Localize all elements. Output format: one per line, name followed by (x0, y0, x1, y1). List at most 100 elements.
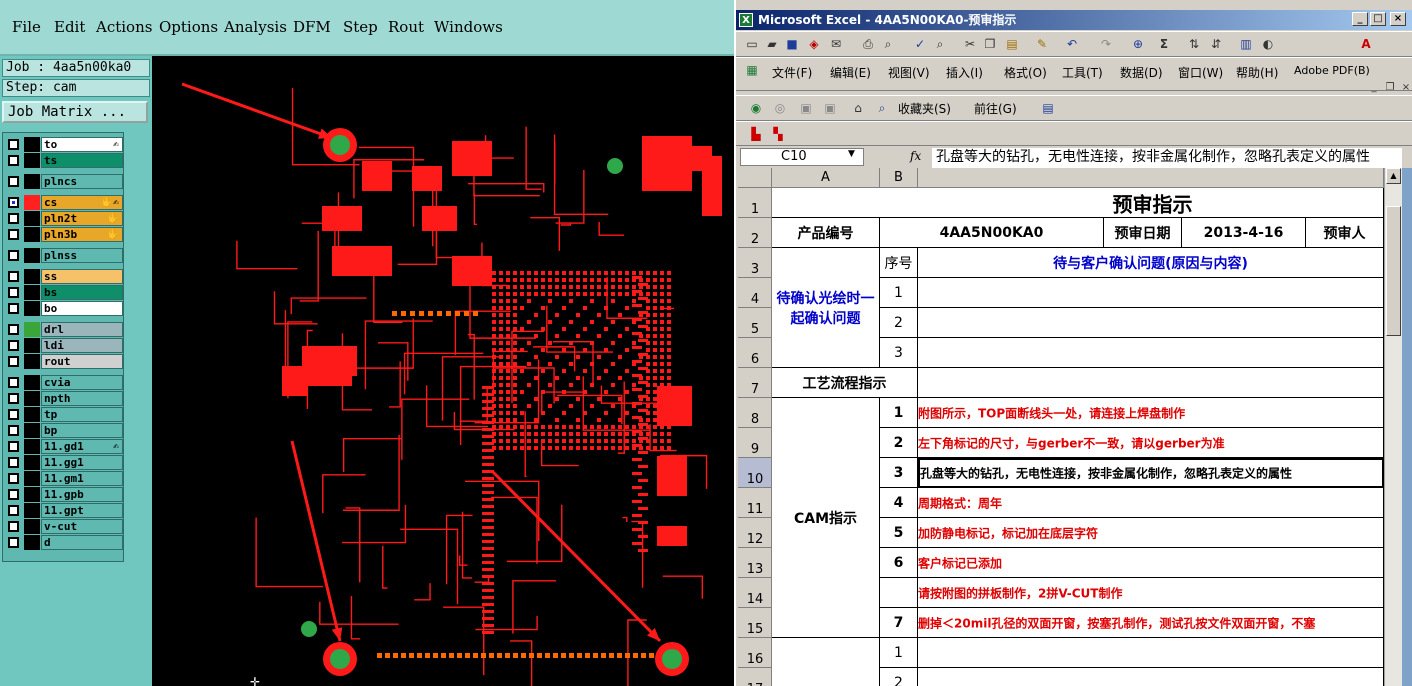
layer-name[interactable]: plncs (41, 174, 123, 189)
layer-checkbox[interactable] (8, 457, 19, 468)
layer-row[interactable]: v-cut (5, 519, 123, 534)
maximize-button[interactable]: □ (1370, 12, 1386, 26)
pcb-graphics-canvas[interactable]: ✛ (152, 56, 734, 686)
sort-ascending-icon[interactable]: ⇅ (1186, 36, 1202, 52)
column-header-c[interactable] (918, 168, 1384, 188)
xl-menu-insert[interactable]: 插入(I) (946, 64, 983, 81)
layer-checkbox[interactable] (8, 139, 19, 150)
process-cell[interactable] (918, 368, 1384, 398)
layer-name[interactable]: tp (41, 407, 123, 422)
email-icon[interactable]: ✉ (828, 36, 844, 52)
save-icon[interactable]: ■ (784, 36, 800, 52)
row-header[interactable]: 12 (738, 518, 772, 548)
layer-name[interactable]: drl (41, 322, 123, 337)
layer-row[interactable]: npth (5, 391, 123, 406)
layer-name[interactable]: bo (41, 301, 123, 316)
layer-row[interactable]: bp (5, 423, 123, 438)
refresh-icon[interactable]: ▣ (822, 100, 838, 116)
cam-item[interactable]: 周期格式：周年 (918, 488, 1384, 518)
product-label[interactable]: 产品编号 (772, 218, 880, 248)
layer-checkbox[interactable] (8, 521, 19, 532)
layer-color-swatch[interactable] (24, 137, 40, 152)
seq-header[interactable]: 序号 (880, 248, 918, 278)
layer-checkbox[interactable] (8, 537, 19, 548)
layer-name[interactable]: to ✍ (41, 137, 123, 152)
row-header[interactable]: 3 (738, 248, 772, 278)
column-header-b[interactable]: B (880, 168, 918, 188)
layer-name[interactable]: ts (41, 153, 123, 168)
pending-issue-cell[interactable] (918, 308, 1384, 338)
layer-color-swatch[interactable] (24, 195, 40, 210)
layer-color-swatch[interactable] (24, 269, 40, 284)
cam-item[interactable]: 加防静电标记，标记加在底层字符 (918, 518, 1384, 548)
workbook-icon[interactable]: ▦ (744, 62, 760, 78)
menu-edit[interactable]: Edit (54, 18, 85, 36)
layer-checkbox[interactable] (8, 425, 19, 436)
xl-menu-edit[interactable]: 编辑(E) (830, 64, 871, 81)
layer-checkbox[interactable] (8, 287, 19, 298)
layer-color-swatch[interactable] (24, 471, 40, 486)
cam-seq[interactable]: 3 (880, 458, 918, 488)
layer-row[interactable]: cvia (5, 375, 123, 390)
row-header[interactable]: 9 (738, 428, 772, 458)
column-header-a[interactable]: A (772, 168, 880, 188)
cut-icon[interactable]: ✂ (962, 36, 978, 52)
layer-color-swatch[interactable] (24, 375, 40, 390)
scroll-thumb[interactable] (1386, 206, 1401, 336)
layer-checkbox[interactable] (8, 213, 19, 224)
xl-menu-data[interactable]: 数据(D) (1120, 64, 1163, 81)
search-web-icon[interactable]: ⌕ (874, 100, 890, 116)
menu-step[interactable]: Step (343, 18, 378, 36)
drawing-icon[interactable]: ◐ (1260, 36, 1276, 52)
layer-color-swatch[interactable] (24, 301, 40, 316)
layer-checkbox[interactable] (8, 441, 19, 452)
layer-color-swatch[interactable] (24, 174, 40, 189)
layer-color-swatch[interactable] (24, 455, 40, 470)
name-box[interactable]: C10 (740, 148, 864, 166)
layer-row[interactable]: 11.gpb (5, 487, 123, 502)
next-cell[interactable] (918, 668, 1384, 686)
xl-menu-window[interactable]: 窗口(W) (1178, 64, 1223, 81)
favorites-menu[interactable]: 收藏夹(S) (898, 100, 951, 117)
hyperlink-icon[interactable]: ⊕ (1130, 36, 1146, 52)
menu-dfm[interactable]: DFM (293, 18, 331, 36)
cam-seq[interactable]: 5 (880, 518, 918, 548)
fx-icon[interactable]: fx (910, 149, 921, 163)
next-cell[interactable] (918, 638, 1384, 668)
layer-name[interactable]: d (41, 535, 123, 550)
cam-label[interactable]: CAM指示 (772, 398, 880, 638)
layer-row[interactable]: rout (5, 354, 123, 369)
print-preview-icon[interactable]: ⌕ (880, 36, 896, 52)
row-header[interactable]: 17 (738, 668, 772, 686)
open-icon[interactable]: ▰ (764, 36, 780, 52)
stop-icon[interactable]: ▣ (798, 100, 814, 116)
cam-item[interactable]: 附图所示，TOP面断线头一处，请连接上焊盘制作 (918, 398, 1384, 428)
format-painter-icon[interactable]: ✎ (1034, 36, 1050, 52)
layer-name[interactable]: pln3b ✋ (41, 227, 123, 242)
undo-icon[interactable]: ↶ (1064, 36, 1080, 52)
menu-actions[interactable]: Actions (96, 18, 152, 36)
layer-row[interactable]: ts (5, 153, 123, 168)
layer-row[interactable]: plncs (5, 174, 123, 189)
layer-checkbox[interactable] (8, 250, 19, 261)
row-header[interactable]: 6 (738, 338, 772, 368)
layer-checkbox[interactable] (8, 155, 19, 166)
home-icon[interactable]: ⌂ (850, 100, 866, 116)
xl-menu-view[interactable]: 视图(V) (888, 64, 930, 81)
layer-checkbox[interactable] (8, 271, 19, 282)
layer-name[interactable]: bs (41, 285, 123, 300)
back-icon[interactable]: ◉ (748, 100, 764, 116)
layer-color-swatch[interactable] (24, 535, 40, 550)
layer-checkbox[interactable] (8, 340, 19, 351)
layer-checkbox[interactable] (8, 324, 19, 335)
research-icon[interactable]: ⌕ (932, 36, 948, 52)
layer-checkbox[interactable] (8, 393, 19, 404)
cam-seq[interactable]: 7 (880, 608, 918, 638)
row-header[interactable]: 10 (738, 458, 772, 488)
cam-item[interactable]: 客户标记已添加 (918, 548, 1384, 578)
menu-rout[interactable]: Rout (388, 18, 424, 36)
cam-seq[interactable]: 4 (880, 488, 918, 518)
xl-menu-file[interactable]: 文件(F) (772, 64, 812, 81)
layer-row[interactable]: to ✍ (5, 137, 123, 152)
layer-checkbox[interactable] (8, 303, 19, 314)
